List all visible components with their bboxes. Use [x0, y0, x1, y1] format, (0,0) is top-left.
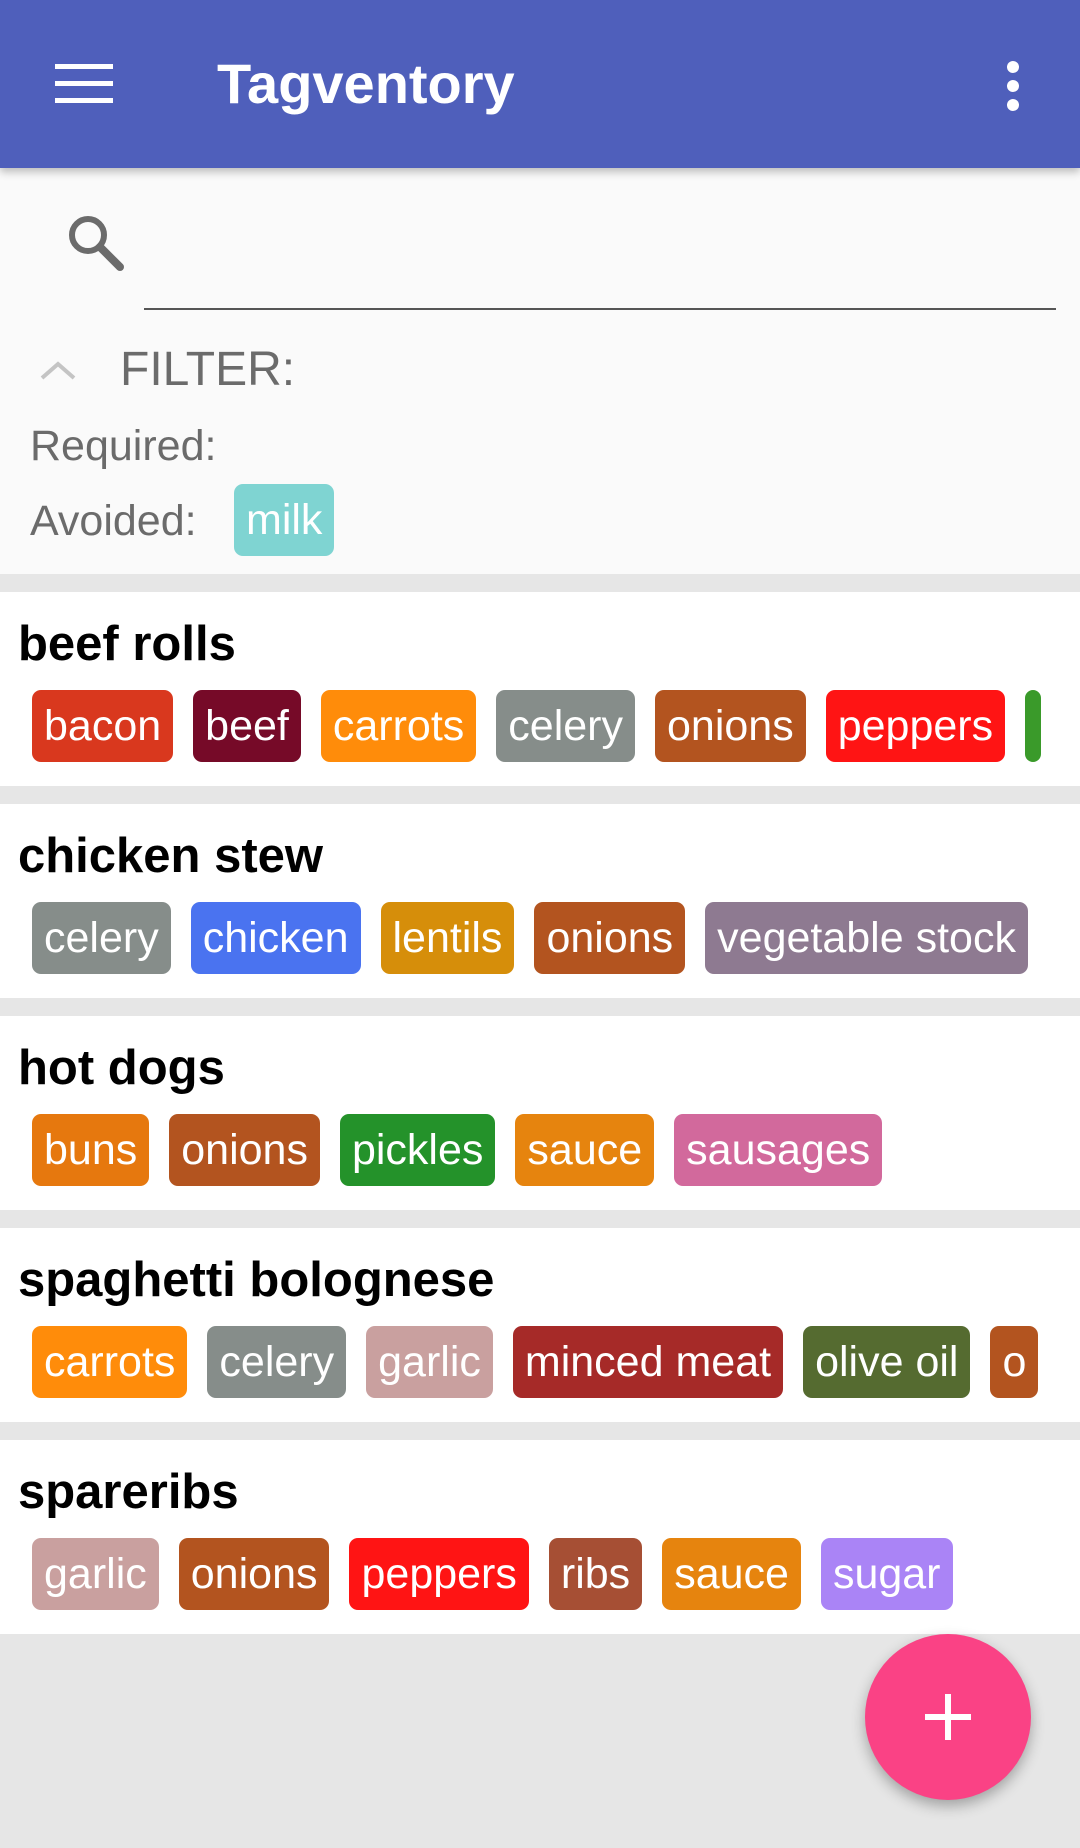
ingredient-tag[interactable]: sugar [820, 1538, 953, 1610]
ingredient-tag[interactable]: carrots [320, 690, 477, 762]
avoided-tag-milk[interactable]: milk [234, 484, 335, 556]
recipe-card[interactable]: hot dogs buns onions pickles sauce sausages [0, 1016, 1080, 1210]
ingredient-tag[interactable]: onions [178, 1538, 330, 1610]
ingredient-tag[interactable]: sauce [515, 1114, 655, 1186]
add-recipe-button[interactable] [865, 1634, 1031, 1800]
ingredient-tag[interactable]: beef [193, 690, 301, 762]
menu-button[interactable] [44, 50, 124, 118]
ingredient-tag[interactable]: o [990, 1326, 1039, 1398]
required-label: Required: [30, 422, 217, 470]
recipe-card[interactable]: spaghetti bolognese carrots celery garlic mi… [0, 1228, 1080, 1422]
more-vertical-icon [1007, 61, 1019, 111]
ingredient-tag[interactable]: peppers [349, 1538, 529, 1610]
recipe-name: beef rolls [18, 617, 236, 671]
recipe-name: chicken stew [18, 829, 324, 883]
recipe-tag-row: buns onions pickles sauce sausages [32, 1114, 1068, 1186]
ingredient-tag[interactable]: lentils [380, 902, 515, 974]
ingredient-tag[interactable]: vegetable stock [705, 902, 1028, 974]
avoided-tags: milk [234, 484, 335, 556]
ingredient-tag[interactable]: onions [169, 1114, 320, 1186]
avoided-label: Avoided: [30, 497, 197, 545]
ingredient-tag[interactable]: celery [496, 690, 635, 762]
ingredient-tag[interactable]: garlic [366, 1326, 493, 1398]
ingredient-tag[interactable]: sauce [662, 1538, 801, 1610]
recipe-card[interactable]: chicken stew celery chicken lentils onions ve… [0, 804, 1080, 998]
search-filter-panel: FILTER: Required: Avoided: milk [0, 168, 1080, 574]
recipe-card[interactable]: spareribs garlic onions peppers ribs sauce sug… [0, 1440, 1080, 1634]
ingredient-tag[interactable]: onions [534, 902, 686, 974]
recipe-name: hot dogs [18, 1041, 225, 1095]
search-icon [69, 216, 124, 271]
recipe-tag-row: celery chicken lentils onions vegetable stoc… [32, 902, 1068, 974]
search-input[interactable] [144, 198, 1054, 276]
filter-collapse-toggle[interactable] [28, 340, 88, 400]
ingredient-tag[interactable]: ribs [548, 1538, 643, 1610]
ingredient-tag[interactable]: celery [32, 902, 171, 974]
recipe-name: spaghetti bolognese [18, 1253, 495, 1307]
filter-label: FILTER: [120, 343, 296, 396]
plus-icon [925, 1694, 971, 1740]
ingredient-tag[interactable]: sausages [674, 1114, 883, 1186]
overflow-menu-button[interactable] [980, 50, 1046, 122]
recipe-tag-row: carrots celery garlic minced meat olive oil o [32, 1326, 1068, 1398]
ingredient-tag[interactable]: carrots [32, 1326, 188, 1398]
ingredient-tag[interactable]: bacon [32, 690, 174, 762]
ingredient-tag[interactable] [1025, 690, 1042, 762]
recipe-card[interactable]: beef rolls bacon beef carrots celery onions pe… [0, 592, 1080, 786]
ingredient-tag[interactable]: buns [32, 1114, 150, 1186]
ingredient-tag[interactable]: olive oil [803, 1326, 971, 1398]
ingredient-tag[interactable]: onions [655, 690, 806, 762]
recipe-name: spareribs [18, 1465, 239, 1519]
recipe-list: beef rolls bacon beef carrots celery onions pe… [0, 574, 1080, 1634]
ingredient-tag[interactable]: chicken [190, 902, 361, 974]
ingredient-tag[interactable]: peppers [825, 690, 1006, 762]
ingredient-tag[interactable]: garlic [32, 1538, 159, 1610]
ingredient-tag[interactable]: pickles [339, 1114, 496, 1186]
search-underline [144, 308, 1056, 310]
hamburger-menu-icon [55, 64, 113, 103]
chevron-up-icon [40, 361, 76, 380]
recipe-tag-row: bacon beef carrots celery onions peppers [32, 690, 1068, 762]
app-title: Tagventory [217, 52, 515, 115]
ingredient-tag[interactable]: celery [207, 1326, 347, 1398]
recipe-tag-row: garlic onions peppers ribs sauce sugar [32, 1538, 1068, 1610]
ingredient-tag[interactable]: minced meat [512, 1326, 784, 1398]
app-bar: Tagventory [0, 0, 1080, 168]
